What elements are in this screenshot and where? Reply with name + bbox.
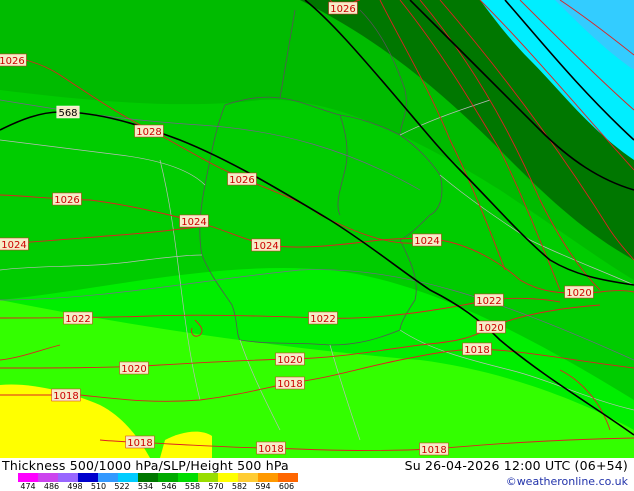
isobar-label-text: 1024	[253, 241, 278, 252]
legend-swatch	[198, 473, 218, 482]
isobar-label-text: 1022	[476, 296, 501, 307]
isobar-label-text: 1020	[121, 364, 146, 375]
legend-swatch	[18, 473, 38, 482]
isobar-label: 1018	[51, 388, 81, 402]
isobar-label: 1022	[63, 311, 93, 325]
isobar-label-text: 1022	[65, 314, 90, 325]
isobar-label-text: 1026	[330, 4, 355, 15]
legend-swatch	[238, 473, 258, 482]
map-footer: Thickness 500/1000 hPa/SLP/Height 500 hP…	[0, 458, 634, 491]
isobar-label: 1026	[52, 192, 82, 206]
isobar-label-text: 1018	[127, 438, 152, 449]
isobar-label-text: 1020	[277, 355, 302, 366]
isobar-label-text: 1022	[310, 314, 335, 325]
isobar-label: 1026	[328, 1, 358, 15]
height-label-text: 568	[58, 108, 77, 119]
isobar-label: 1018	[125, 435, 155, 449]
thickness-color-legend	[18, 473, 298, 482]
isobar-label: 1020	[564, 285, 594, 299]
legend-swatch	[158, 473, 178, 482]
isobar-label-text: 1018	[464, 345, 489, 356]
isobar-label-text: 1024	[1, 240, 26, 251]
isobar-label: 1018	[275, 376, 305, 390]
isobar-label: 1020	[476, 320, 506, 334]
legend-swatch	[38, 473, 58, 482]
isobar-label-text: 1026	[229, 175, 254, 186]
isobar-label: 1018	[256, 441, 286, 455]
isobar-label: 1026	[0, 53, 27, 67]
legend-swatch	[78, 473, 98, 482]
isobar-label-text: 1018	[421, 445, 446, 456]
isobar-label-text: 1026	[0, 56, 25, 67]
isobar-label-text: 1018	[258, 444, 283, 455]
isobar-label-text: 1020	[478, 323, 503, 334]
map-title: Thickness 500/1000 hPa/SLP/Height 500 hP…	[2, 458, 289, 473]
map-datetime: Su 26-04-2026 12:00 UTC (06+54)	[404, 458, 628, 473]
legend-swatch	[58, 473, 78, 482]
isobar-label: 1018	[419, 442, 449, 456]
legend-swatch	[258, 473, 278, 482]
isobar-label-text: 1020	[566, 288, 591, 299]
height-labels: 568	[56, 105, 80, 119]
credit-link[interactable]: ©weatheronline.co.uk	[506, 475, 628, 488]
isobar-label: 1026	[227, 172, 257, 186]
isobar-label-text: 1028	[136, 127, 161, 138]
legend-swatch	[218, 473, 238, 482]
isobar-label: 1024	[412, 233, 442, 247]
legend-swatch	[178, 473, 198, 482]
isobar-label-text: 1018	[277, 379, 302, 390]
legend-swatch	[278, 473, 298, 482]
isobar-label: 1024	[251, 238, 281, 252]
isobar-label: 1024	[179, 214, 209, 228]
isobar-label: 1020	[275, 352, 305, 366]
legend-swatch	[98, 473, 118, 482]
isobar-label-text: 1018	[53, 391, 78, 402]
isobar-label: 1022	[308, 311, 338, 325]
isobar-label: 1028	[134, 124, 164, 138]
isobar-label: 1020	[119, 361, 149, 375]
isobar-label: 1024	[0, 237, 29, 251]
legend-swatch	[118, 473, 138, 482]
height-label: 568	[56, 105, 80, 119]
isobar-label-text: 1024	[414, 236, 439, 247]
isobar-label-text: 1024	[181, 217, 206, 228]
isobar-label: 1018	[462, 342, 492, 356]
isobar-label-text: 1026	[54, 195, 79, 206]
weather-map: 1026 1026 1028 1026 1026 1024 1024 1024 1024 1022…	[0, 0, 634, 458]
legend-swatch	[138, 473, 158, 482]
isobar-label: 1022	[474, 293, 504, 307]
